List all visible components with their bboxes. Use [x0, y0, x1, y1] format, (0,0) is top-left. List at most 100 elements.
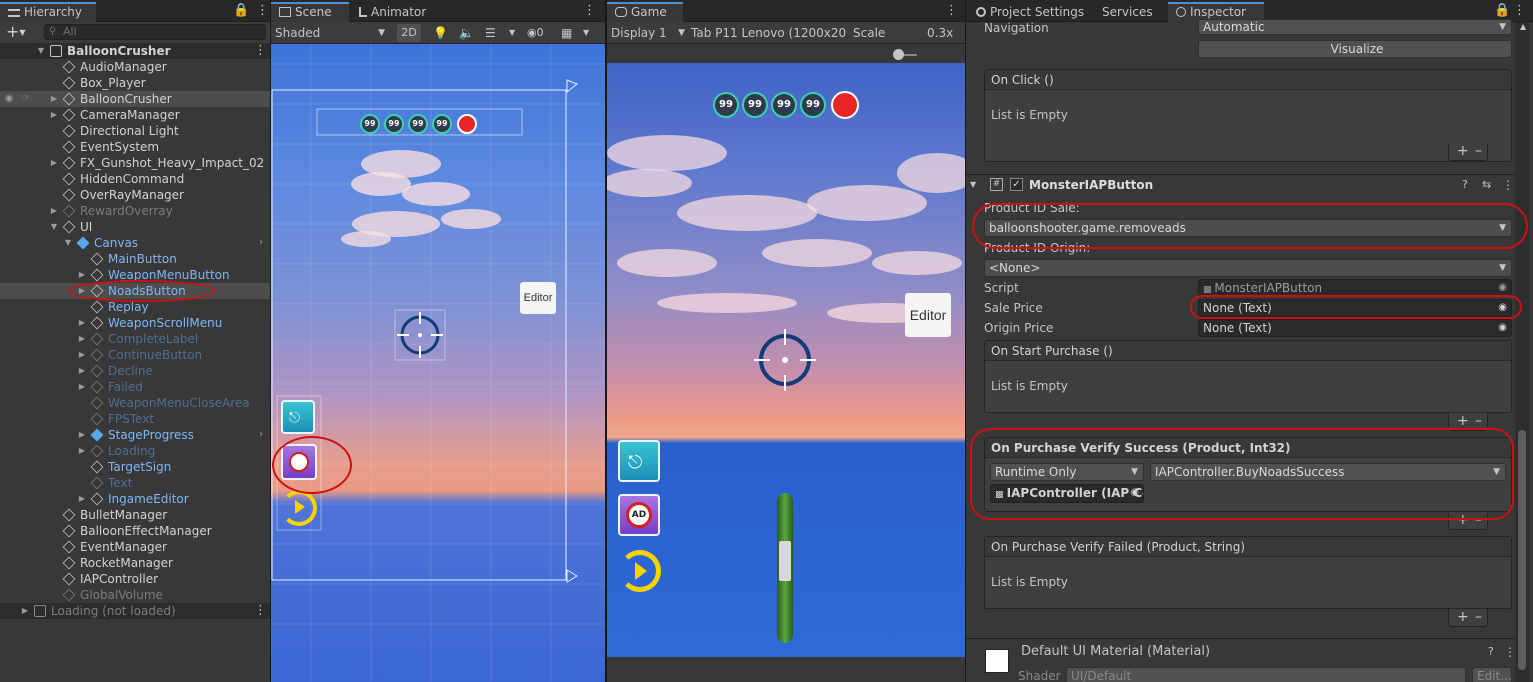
object-picker-icon[interactable]: ◉ — [1498, 280, 1507, 296]
chevron-right-icon[interactable]: › — [256, 427, 266, 443]
weapon-menu-button[interactable]: ⎋ — [281, 400, 315, 434]
hierarchy-item[interactable]: ▶ NoadsButton — [0, 283, 270, 299]
hierarchy-item[interactable]: ▶ FX_Gunshot_Heavy_Impact_02 — [0, 155, 270, 171]
kebab-menu-icon[interactable]: ⋮ — [256, 4, 269, 18]
hidden-objects-toggle[interactable]: ◉0 — [527, 24, 544, 42]
expand-arrow-icon[interactable]: ▼ — [49, 219, 59, 235]
hierarchy-item[interactable]: IAPController — [0, 571, 270, 587]
hierarchy-item[interactable]: ▶ IngameEditor — [0, 491, 270, 507]
tab-hierarchy[interactable]: Hierarchy — [0, 2, 96, 22]
hierarchy-item[interactable]: BalloonEffectManager — [0, 523, 270, 539]
collapsed-arrow-icon[interactable]: ▶ — [77, 347, 87, 363]
runtime-mode-dropdown[interactable]: Runtime Only ▼ — [990, 463, 1144, 481]
toggle-2d-button[interactable]: 2D — [397, 24, 421, 42]
audio-icon[interactable]: 🔈 — [459, 24, 474, 42]
expand-arrow-icon[interactable]: ▼ — [63, 235, 73, 251]
hierarchy-item[interactable]: ▼ UI — [0, 219, 270, 235]
replay-icon[interactable] — [619, 550, 661, 592]
hierarchy-item[interactable]: Directional Light — [0, 123, 270, 139]
remove-icon[interactable]: – — [1475, 609, 1482, 625]
hierarchy-item[interactable]: OverRayManager — [0, 187, 270, 203]
target-object-field[interactable]: ▩ IAPController (IAP Co ◉ — [990, 484, 1144, 503]
tab-animator[interactable]: Animator — [351, 2, 434, 22]
inspector-scrollbar[interactable]: ▲ — [1515, 22, 1529, 682]
hierarchy-item[interactable]: EventManager — [0, 539, 270, 555]
hierarchy-item[interactable]: BulletManager — [0, 507, 270, 523]
hierarchy-item[interactable]: RocketManager — [0, 555, 270, 571]
scrollbar-thumb[interactable] — [1518, 430, 1526, 670]
sale-price-field[interactable]: None (Text) ◉ — [1198, 299, 1512, 317]
help-icon[interactable]: ? — [1488, 645, 1494, 658]
collapsed-arrow-icon[interactable]: ▶ — [77, 427, 87, 443]
hierarchy-item[interactable]: WeaponMenuCloseArea — [0, 395, 270, 411]
game-editor-button[interactable]: Editor — [905, 293, 951, 337]
visibility-eye-icon[interactable]: ◉ — [2, 91, 16, 107]
object-picker-icon[interactable]: ◉ — [1498, 320, 1507, 336]
game-viewport[interactable]: 99 99 99 99 Editor ⎋ AD — [607, 63, 965, 657]
chevron-down-icon[interactable]: ▼ — [509, 24, 515, 42]
hierarchy-item[interactable]: ▶ CameraManager — [0, 107, 270, 123]
object-picker-icon[interactable]: ◉ — [1130, 485, 1139, 501]
hierarchy-item[interactable]: ▶ WeaponMenuButton — [0, 267, 270, 283]
shader-dropdown[interactable]: UI/Default — [1066, 667, 1466, 682]
scene-header-row[interactable]: ▼ BalloonCrusher ⋮ — [0, 43, 270, 59]
kebab-menu-icon[interactable]: ⋮ — [583, 4, 596, 18]
hierarchy-item[interactable]: ▶ WeaponScrollMenu — [0, 315, 270, 331]
collapsed-arrow-icon[interactable]: ▶ — [77, 331, 87, 347]
hierarchy-item[interactable]: GlobalVolume — [0, 587, 270, 603]
hierarchy-item[interactable]: Replay — [0, 299, 270, 315]
chevron-right-icon[interactable]: › — [256, 235, 266, 251]
lighting-icon[interactable]: 💡 — [433, 24, 448, 42]
scene-editor-button[interactable]: Editor — [520, 282, 556, 314]
collapsed-arrow-icon[interactable]: ▶ — [49, 91, 59, 107]
component-header[interactable]: ▼ # ✓ MonsterIAPButton ? ⇆ ⋮ — [970, 176, 1514, 194]
collapsed-arrow-icon[interactable]: ▶ — [77, 491, 87, 507]
scroll-up-icon[interactable]: ▲ — [1520, 22, 1526, 31]
search-input[interactable]: ⚲ All — [44, 24, 266, 40]
product-id-origin-dropdown[interactable]: <None> ▼ — [984, 259, 1512, 277]
collapsed-arrow-icon[interactable]: ▶ — [77, 443, 87, 459]
product-id-sale-dropdown[interactable]: balloonshooter.game.removeads ▼ — [984, 219, 1512, 237]
hierarchy-item[interactable]: ▶ ContinueButton — [0, 347, 270, 363]
kebab-menu-icon[interactable]: ⋮ — [1504, 645, 1516, 659]
kebab-menu-icon[interactable]: ⋮ — [1502, 176, 1514, 194]
noads-button[interactable] — [281, 444, 317, 480]
hierarchy-item[interactable]: AudioManager — [0, 59, 270, 75]
tab-game[interactable]: Game — [607, 2, 683, 22]
tab-services[interactable]: Services — [1094, 2, 1161, 22]
collapsed-arrow-icon[interactable]: ▶ — [77, 363, 87, 379]
hierarchy-item[interactable]: ▶ Loading — [0, 443, 270, 459]
collapsed-arrow-icon[interactable]: ▶ — [77, 315, 87, 331]
shader-edit-button[interactable]: Edit... — [1472, 667, 1512, 682]
expand-arrow-icon[interactable]: ▼ — [970, 176, 976, 194]
hierarchy-item[interactable]: ▶ StageProgress › — [0, 427, 270, 443]
hierarchy-item[interactable]: ▼ Canvas › — [0, 235, 270, 251]
add-button[interactable]: +▼ — [6, 22, 26, 43]
kebab-menu-icon[interactable]: ⋮ — [945, 4, 958, 18]
tab-scene[interactable]: Scene — [271, 2, 349, 22]
hierarchy-item[interactable]: Text — [0, 475, 270, 491]
hierarchy-item[interactable]: ▶ CompleteLabel — [0, 331, 270, 347]
visualize-button[interactable]: Visualize — [1198, 40, 1512, 58]
script-field[interactable]: ▩ MonsterIAPButton ◉ — [1198, 279, 1512, 297]
remove-icon[interactable]: – — [1475, 512, 1482, 528]
add-icon[interactable]: + — [1457, 609, 1469, 625]
kebab-menu-icon[interactable]: ⋮ — [254, 604, 267, 618]
pick-hand-icon[interactable]: ☞ — [20, 91, 32, 107]
collapsed-arrow-icon[interactable]: ▶ — [49, 155, 59, 171]
collapsed-arrow-icon[interactable]: ▶ — [49, 203, 59, 219]
collapsed-arrow-icon[interactable]: ▶ — [77, 379, 87, 395]
hierarchy-item[interactable]: MainButton — [0, 251, 270, 267]
add-icon[interactable]: + — [1457, 143, 1469, 159]
loading-scene-row[interactable]: ▶ Loading (not loaded) ⋮ — [0, 603, 270, 619]
noads-button[interactable]: AD — [618, 494, 660, 536]
function-dropdown[interactable]: IAPController.BuyNoadsSuccess ▼ — [1150, 463, 1506, 481]
collapsed-arrow-icon[interactable]: ▶ — [77, 283, 87, 299]
weapon-menu-button[interactable]: ⎋ — [618, 440, 660, 482]
collapsed-arrow-icon[interactable]: ▶ — [49, 107, 59, 123]
hierarchy-item[interactable]: ▶ RewardOverray — [0, 203, 270, 219]
scale-slider-thumb[interactable] — [893, 49, 904, 60]
resolution-dropdown[interactable]: Tab P11 Lenovo (1200x20 — [691, 24, 847, 42]
hierarchy-item[interactable]: ▶ Failed — [0, 379, 270, 395]
add-icon[interactable]: + — [1457, 413, 1469, 429]
